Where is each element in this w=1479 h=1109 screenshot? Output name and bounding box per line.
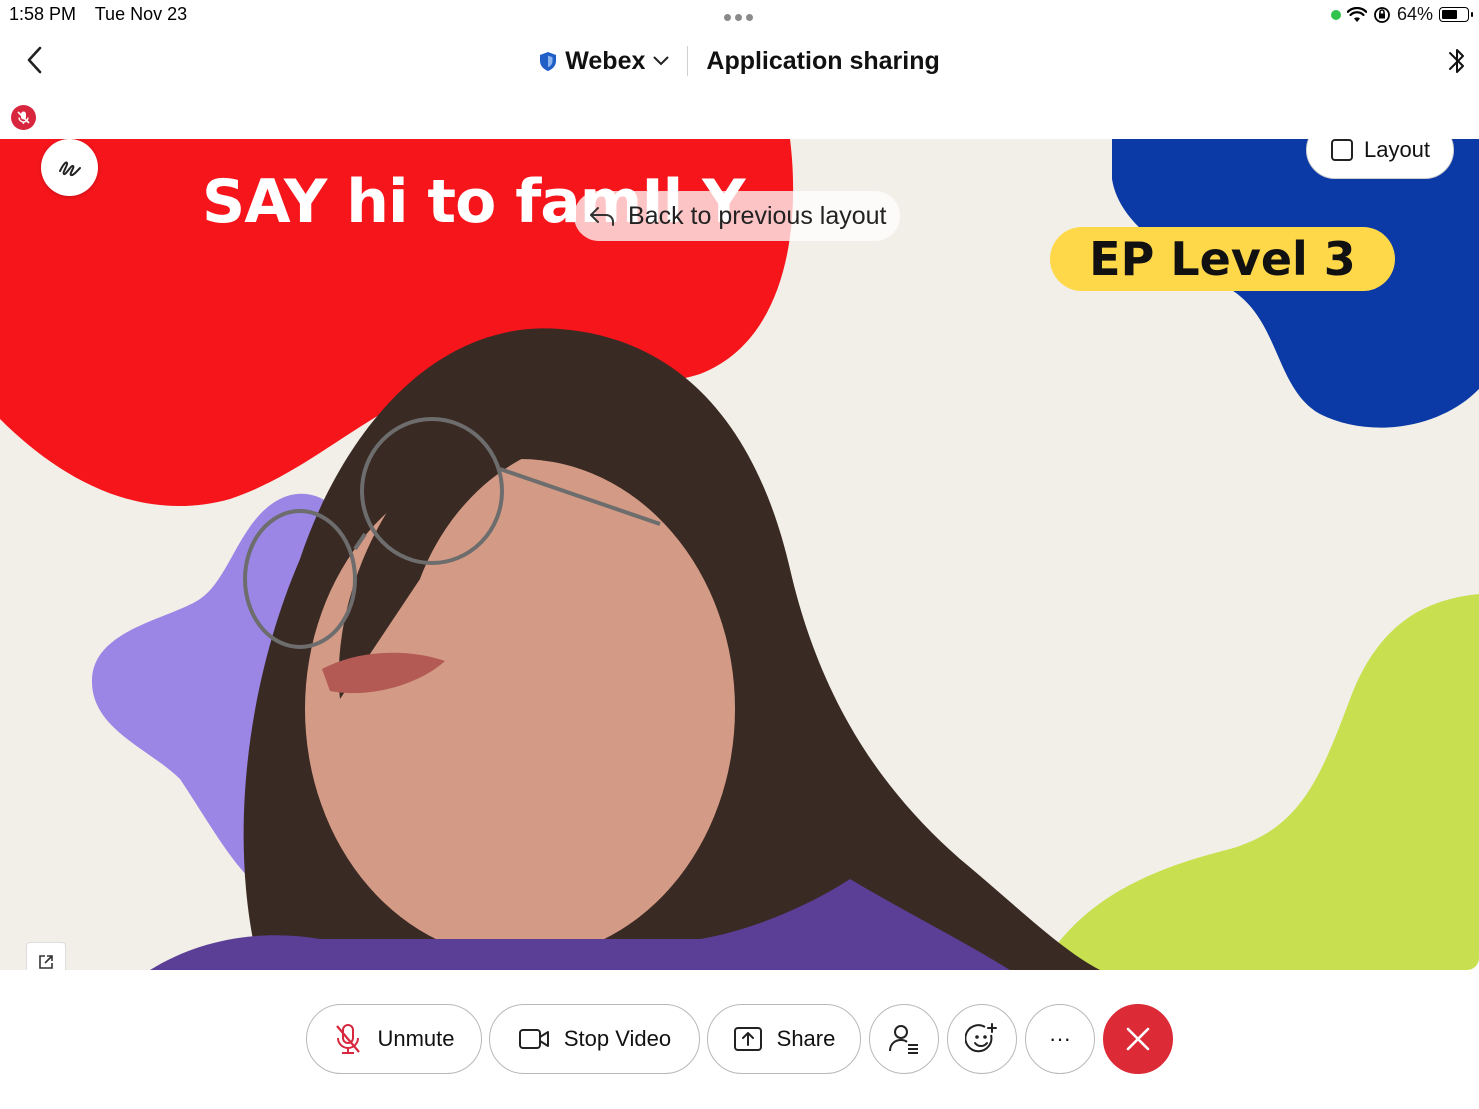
reaction-icon [965,1023,997,1053]
meeting-controls: Unmute Stop Video Share ··· [0,1004,1479,1076]
back-to-previous-layout-button[interactable]: Back to previous layout [574,191,901,241]
page-title: Application sharing [706,46,940,75]
bluetooth-icon[interactable] [1445,44,1469,78]
leave-meeting-button[interactable] [1103,1004,1173,1074]
mic-off-icon [336,1024,361,1054]
shared-video-stage[interactable]: SAY hi to famIl Y EP Level 3 Back to pre… [0,139,1479,970]
stop-video-label: Stop Video [563,1026,672,1051]
more-icon: ··· [1049,1026,1071,1051]
annotate-icon [58,161,81,176]
layout-button[interactable]: Layout [1306,139,1454,179]
meeting-header: Webex Application sharing [0,30,1479,92]
share-upload-icon [733,1027,762,1051]
reactions-button[interactable] [947,1004,1017,1074]
unmute-button[interactable]: Unmute [306,1004,482,1074]
battery-icon [1439,7,1473,22]
video-camera-icon [518,1029,549,1049]
popout-button[interactable] [26,942,66,970]
multitasking-handle[interactable] [724,14,756,22]
orientation-lock-icon [1374,6,1390,23]
annotate-button[interactable] [41,139,98,196]
layout-square-icon [1330,139,1353,161]
mic-off-indicator [11,105,36,130]
header-divider [687,46,689,76]
status-date: Tue Nov 23 [94,4,188,24]
level-badge: EP Level 3 [1050,227,1395,291]
wifi-icon [1346,6,1367,22]
share-label: Share [776,1026,836,1051]
battery-percent: 64% [1396,4,1433,24]
stop-video-button[interactable]: Stop Video [489,1004,700,1074]
chevron-down-icon [653,56,669,66]
status-indicators: 64% [1330,4,1473,25]
layout-label: Layout [1363,139,1431,162]
undo-arrow-icon [590,207,614,226]
webex-menu-button[interactable]: Webex [539,47,687,76]
brand-name: Webex [565,46,646,75]
status-bar: 1:58 PM Tue Nov 23 64% [0,0,1479,30]
status-clock: 1:58 PM Tue Nov 23 [9,4,201,25]
share-button[interactable]: Share [707,1004,861,1074]
shield-icon [540,51,557,71]
mic-off-icon [17,111,30,124]
more-button[interactable]: ··· [1025,1004,1095,1074]
close-icon [1126,1027,1150,1051]
unmute-label: Unmute [377,1026,455,1051]
camera-in-use-indicator [1330,9,1341,20]
back-layout-label: Back to previous layout [628,201,887,230]
participants-button[interactable] [869,1004,939,1074]
participants-icon [889,1025,918,1054]
status-time: 1:58 PM [9,4,77,24]
popout-icon [39,955,53,969]
